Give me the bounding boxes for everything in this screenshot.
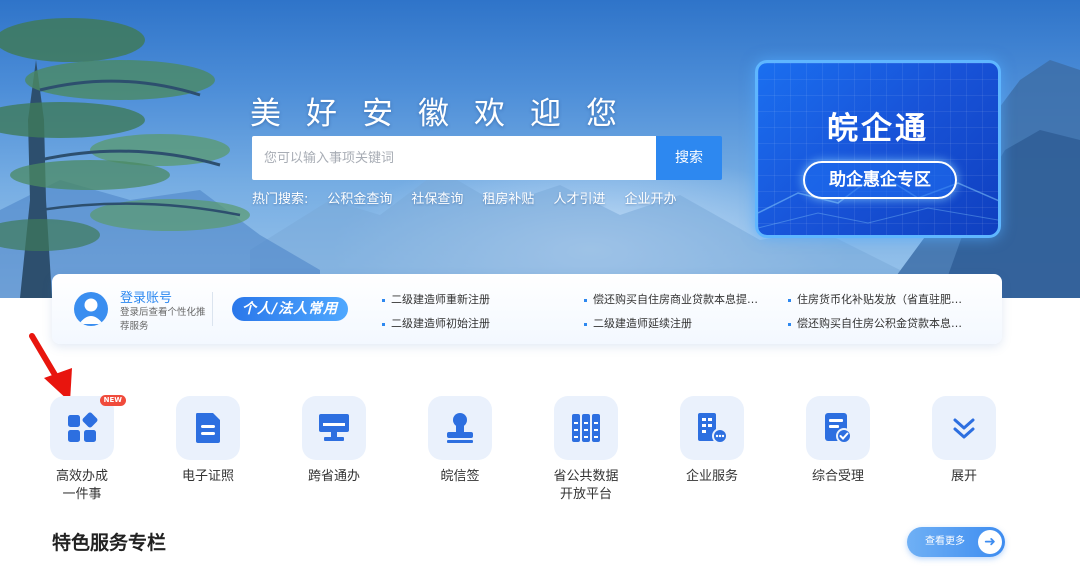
service-label: 展开 [950, 469, 977, 484]
hero-title: 美好安徽欢迎您 [250, 96, 642, 132]
service-label: 企业服务 [685, 469, 738, 484]
search-button[interactable]: 搜索 [656, 136, 722, 180]
login-link[interactable]: 登录账号 [120, 287, 172, 306]
service-label: 皖信签 [440, 469, 480, 484]
avatar-icon[interactable] [74, 292, 108, 326]
quick-link[interactable]: 二级建造师延续注册 [584, 315, 692, 331]
grid-apps-icon [68, 412, 98, 442]
hot-search-item[interactable]: 社保查询 [411, 188, 463, 208]
service-label: 综合受理 [811, 469, 864, 484]
hot-search-item[interactable]: 人才引进 [553, 188, 605, 208]
divider [212, 292, 213, 326]
hot-search-item[interactable]: 企业开办 [624, 188, 676, 208]
database-icon [572, 414, 600, 442]
service-comprehensive-acceptance[interactable]: 综合受理 [788, 396, 888, 486]
service-label: 开放平台 [559, 487, 612, 502]
service-label: 省公共数据 [553, 469, 619, 484]
common-services-badge: 个人/法人常用 [232, 297, 349, 321]
quick-link[interactable]: 住房货币化补贴发放（省直驻肥… [788, 291, 962, 307]
service-e-license[interactable]: 电子证照 [158, 396, 258, 486]
hot-search-label: 热门搜索: [252, 192, 309, 207]
section-title: 特色服务专栏 [52, 532, 167, 554]
wanqitong-promo-card[interactable]: 皖企通 助企惠企专区 [755, 60, 1001, 238]
document-icon [196, 413, 220, 443]
quick-link[interactable]: 二级建造师重新注册 [382, 291, 490, 307]
promo-button[interactable]: 助企惠企专区 [803, 161, 957, 199]
arrow-right-icon: ➜ [978, 530, 1002, 554]
monitor-icon [319, 414, 349, 441]
hot-search-list: 热门搜索: 公积金查询 社保查询 租房补贴 人才引进 企业开办 [252, 188, 676, 208]
quick-link[interactable]: 偿还购买自住房公积金贷款本息… [788, 315, 962, 331]
service-enterprise[interactable]: 企业服务 [662, 396, 762, 486]
service-efficient-one-thing[interactable]: NEW 高效办成 一件事 [32, 395, 132, 504]
stamp-icon [447, 413, 473, 443]
hot-search-item[interactable]: 租房补贴 [482, 188, 534, 208]
service-label: 电子证照 [181, 469, 234, 484]
chevron-double-down-icon [953, 418, 975, 439]
checklist-icon [825, 413, 852, 444]
promo-decoration [758, 172, 998, 229]
hot-search-item[interactable]: 公积金查询 [327, 188, 392, 208]
view-more-label: 查看更多 [925, 536, 965, 547]
building-icon [698, 413, 728, 444]
quick-link[interactable]: 二级建造师初始注册 [382, 315, 490, 331]
promo-title: 皖企通 [827, 111, 929, 147]
service-label: 一件事 [62, 487, 102, 502]
service-label: 跨省通办 [307, 469, 360, 484]
service-label: 高效办成 [55, 469, 108, 484]
login-subtitle: 登录后查看个性化推荐服务 [120, 307, 206, 332]
service-public-data-platform[interactable]: 省公共数据 开放平台 [536, 396, 636, 504]
expand-button[interactable]: 展开 [914, 396, 1014, 486]
service-cross-province[interactable]: 跨省通办 [284, 396, 384, 486]
search-input[interactable] [252, 136, 656, 180]
search-bar: 搜索 [252, 136, 722, 180]
service-wanxinqian[interactable]: 皖信签 [410, 396, 510, 486]
quick-link[interactable]: 偿还购买自住房商业贷款本息提… [584, 291, 758, 307]
new-badge: NEW [99, 395, 126, 406]
login-strip: 登录账号 登录后查看个性化推荐服务 个人/法人常用 二级建造师重新注册 偿还购买… [52, 274, 1002, 344]
view-more-button[interactable]: 查看更多 ➜ [907, 527, 1005, 557]
hero-banner: 美好安徽欢迎您 搜索 热门搜索: 公积金查询 社保查询 租房补贴 人才引进 企业… [0, 0, 1080, 298]
